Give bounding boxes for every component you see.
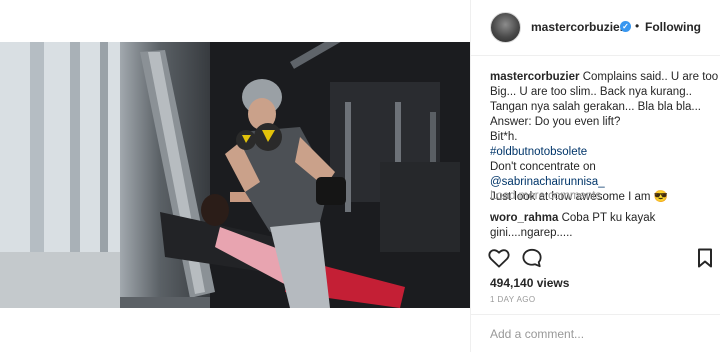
add-comment-input[interactable] bbox=[490, 325, 700, 343]
caption-line-2: Big... U are too slim.. Back nya kurang.… bbox=[490, 86, 692, 98]
load-more-comments-button[interactable]: Load more comments bbox=[490, 190, 601, 202]
hashtag-link[interactable]: #oldbutnotobsolete bbox=[490, 146, 587, 158]
add-comment-section bbox=[471, 314, 720, 352]
comment-text-line-1: Coba PT ku kayak bbox=[561, 212, 656, 224]
caption-line-5: Bit*h. bbox=[490, 131, 518, 143]
caption-line-3: Tangan nya salah gerakan... Bla bla bla.… bbox=[490, 101, 701, 113]
gym-scene-image bbox=[0, 42, 470, 308]
post-info-panel: mastercorbuzier ✓ • Following mastercorb… bbox=[470, 0, 720, 352]
caption: mastercorbuzier Complains said.. U are t… bbox=[490, 70, 718, 205]
comment-item: woro_rahma Coba PT ku kayak gini....ngar… bbox=[490, 211, 712, 241]
caption-username[interactable]: mastercorbuzier bbox=[490, 71, 579, 83]
header-username[interactable]: mastercorbuzier bbox=[531, 20, 624, 34]
avatar[interactable] bbox=[490, 12, 521, 43]
mention-link[interactable]: @sabrinachairunnisa_ bbox=[490, 176, 605, 188]
verified-badge-icon: ✓ bbox=[620, 21, 631, 32]
action-bar bbox=[471, 244, 720, 272]
caption-line-1: Complains said.. U are too bbox=[582, 71, 719, 83]
post-timestamp[interactable]: 1 DAY AGO bbox=[490, 295, 536, 304]
post-media bbox=[0, 0, 470, 352]
sunglasses-emoji-icon: 😎 bbox=[653, 191, 668, 203]
caption-line-4: Answer: Do you even lift? bbox=[490, 116, 621, 128]
mention-prefix: Don't concentrate on bbox=[490, 161, 596, 173]
comment-username[interactable]: woro_rahma bbox=[490, 212, 558, 224]
comment-bubble-icon[interactable] bbox=[521, 248, 543, 271]
separator-dot: • bbox=[635, 19, 640, 33]
following-button[interactable]: Following bbox=[645, 20, 701, 34]
heart-icon[interactable] bbox=[488, 248, 510, 271]
view-count[interactable]: 494,140 views bbox=[490, 276, 569, 290]
post-header: mastercorbuzier ✓ • Following bbox=[471, 0, 720, 56]
comment-text-line-2: gini....ngarep..... bbox=[490, 227, 573, 239]
bookmark-icon[interactable] bbox=[697, 248, 713, 271]
post-video[interactable] bbox=[0, 42, 470, 308]
